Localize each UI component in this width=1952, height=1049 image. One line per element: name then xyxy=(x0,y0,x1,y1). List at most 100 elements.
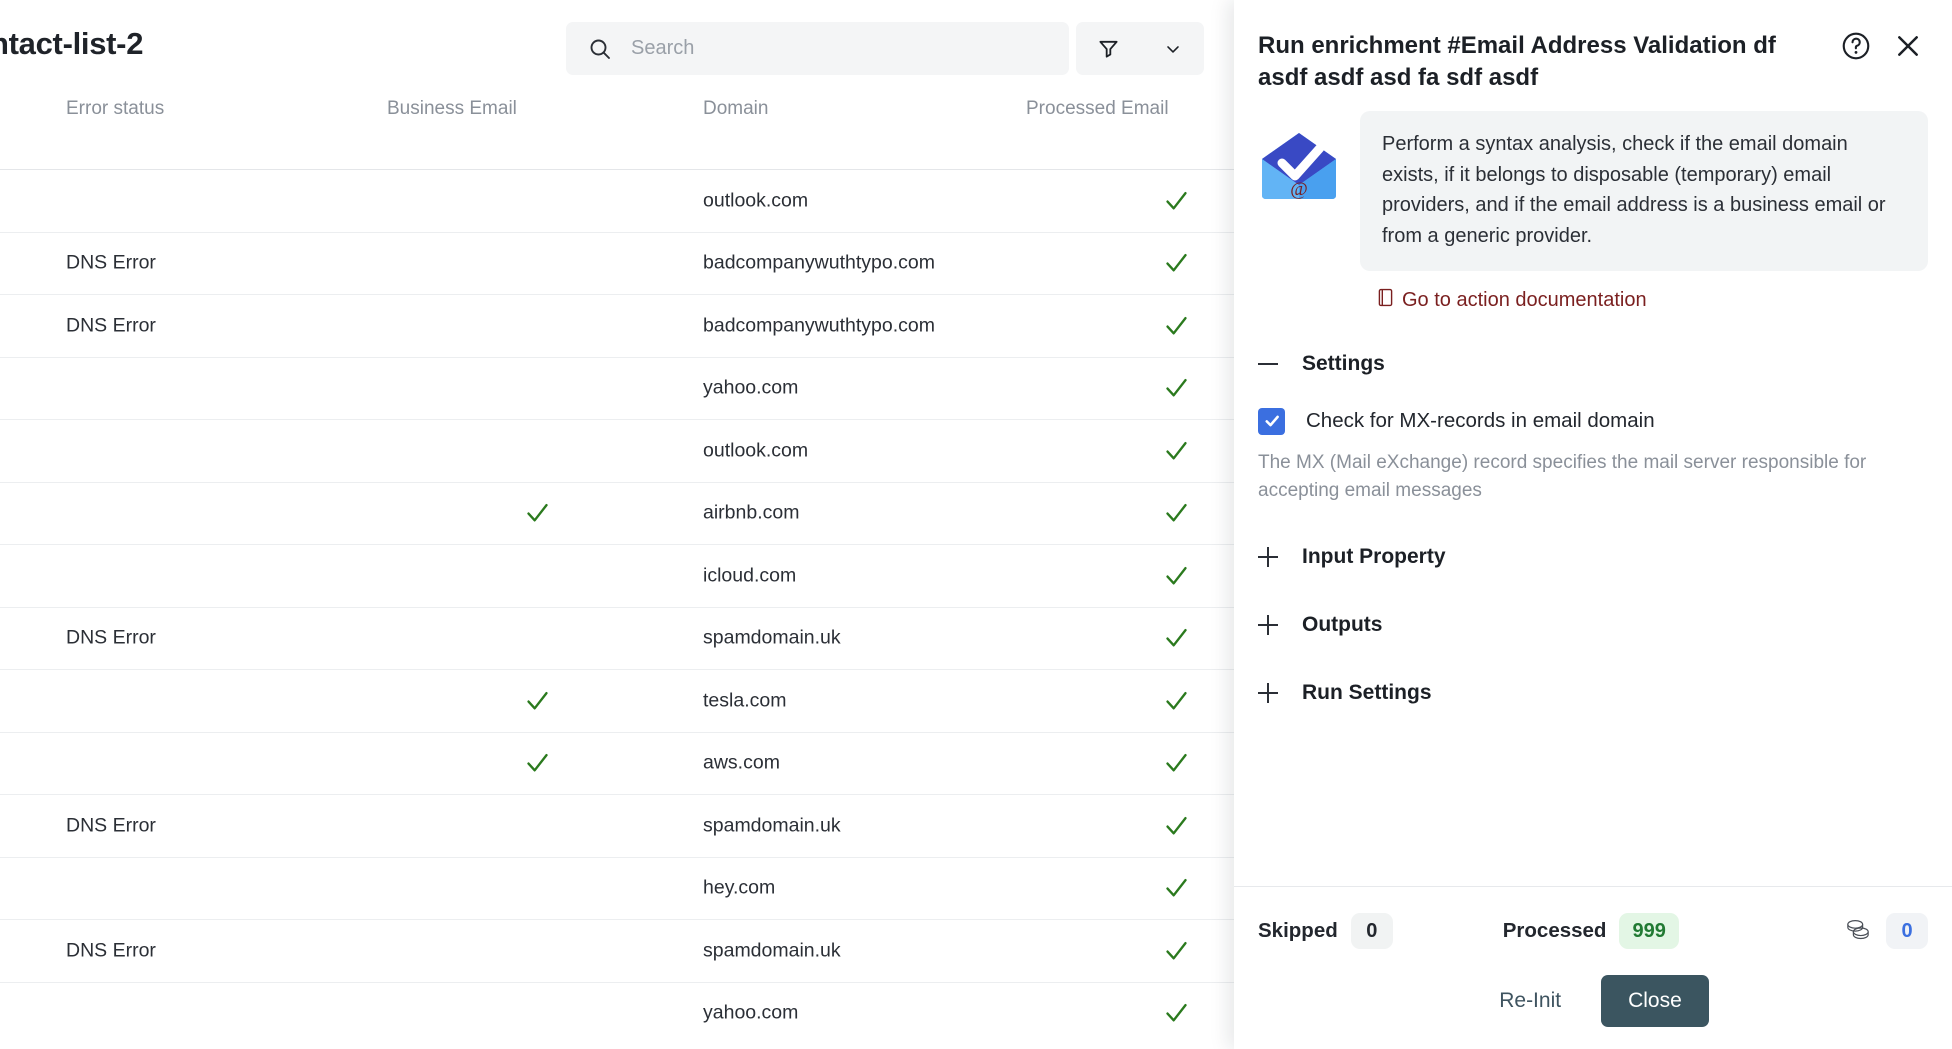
chevron-down-icon[interactable] xyxy=(1163,39,1183,59)
help-icon[interactable] xyxy=(1836,26,1876,71)
close-button[interactable]: Close xyxy=(1601,975,1709,1027)
table-row[interactable]: outlook.com xyxy=(0,169,1240,232)
section-settings-label: Settings xyxy=(1302,352,1385,376)
panel-title: Run enrichment #Email Address Validation… xyxy=(1258,26,1824,93)
cell-domain: badcompanywuthtypo.com xyxy=(703,252,935,275)
mx-records-setting: Check for MX-records in email domain xyxy=(1258,408,1928,435)
action-documentation-link[interactable]: Go to action documentation xyxy=(1378,288,1647,313)
re-init-button[interactable]: Re-Init xyxy=(1477,976,1583,1026)
cell-error-status: DNS Error xyxy=(66,814,156,837)
cell-processed-email-check xyxy=(1163,625,1190,652)
table-row[interactable]: tesla.com xyxy=(0,669,1240,732)
cell-error-status: DNS Error xyxy=(66,314,156,337)
cell-business-email-check xyxy=(524,687,551,714)
section-settings: Settings Check for MX-records in email d… xyxy=(1258,347,1928,506)
table-row[interactable]: outlook.com xyxy=(0,419,1240,482)
close-icon[interactable] xyxy=(1888,26,1928,71)
cell-error-status: DNS Error xyxy=(66,939,156,962)
table-row[interactable]: airbnb.com xyxy=(0,482,1240,545)
plus-icon xyxy=(1258,615,1278,635)
table-row[interactable]: DNS Error spamdomain.uk xyxy=(0,794,1240,857)
section-outputs: Outputs xyxy=(1258,608,1928,642)
table-body: outlook.com DNS Error badcompanywuthtypo.c… xyxy=(0,169,1240,1044)
cell-processed-email-check xyxy=(1163,375,1190,402)
cell-domain: outlook.com xyxy=(703,439,808,462)
cell-processed-email-check xyxy=(1163,562,1190,589)
cell-domain: spamdomain.uk xyxy=(703,627,841,650)
table-row[interactable]: icloud.com xyxy=(0,544,1240,607)
cell-domain: spamdomain.uk xyxy=(703,939,841,962)
minus-icon xyxy=(1258,354,1278,374)
cell-domain: tesla.com xyxy=(703,689,786,712)
column-header-domain: Domain xyxy=(703,98,768,120)
cell-domain: aws.com xyxy=(703,752,780,775)
processed-stat: Processed 999 xyxy=(1503,913,1679,949)
section-input-property-header[interactable]: Input Property xyxy=(1258,540,1928,574)
cell-business-email-check xyxy=(524,500,551,527)
section-run-settings-header[interactable]: Run Settings xyxy=(1258,676,1928,710)
cell-processed-email-check xyxy=(1163,750,1190,777)
cell-error-status: DNS Error xyxy=(66,627,156,650)
cell-domain: yahoo.com xyxy=(703,1002,798,1025)
table-row[interactable]: DNS Error spamdomain.uk xyxy=(0,919,1240,982)
section-outputs-label: Outputs xyxy=(1302,613,1382,637)
cell-processed-email-check xyxy=(1163,312,1190,339)
table-row[interactable]: hey.com xyxy=(0,857,1240,920)
plus-icon xyxy=(1258,683,1278,703)
panel-footer: Skipped 0 Processed 999 xyxy=(1234,886,1952,1049)
svg-text:@: @ xyxy=(1290,179,1308,200)
action-description: Perform a syntax analysis, check if the … xyxy=(1360,111,1928,271)
search-icon xyxy=(588,37,612,61)
mx-records-checkbox[interactable] xyxy=(1258,408,1285,435)
table-row[interactable]: DNS Error badcompanywuthtypo.com xyxy=(0,294,1240,357)
filter-button[interactable] xyxy=(1076,22,1204,75)
skipped-label: Skipped xyxy=(1258,919,1338,943)
processed-value: 999 xyxy=(1619,913,1678,949)
section-outputs-header[interactable]: Outputs xyxy=(1258,608,1928,642)
cell-domain: spamdomain.uk xyxy=(703,814,841,837)
run-stats: Skipped 0 Processed 999 xyxy=(1258,887,1928,975)
panel-actions: Re-Init Close xyxy=(1258,975,1928,1027)
cell-domain: hey.com xyxy=(703,877,775,900)
cell-domain: badcompanywuthtypo.com xyxy=(703,314,935,337)
table-row[interactable]: DNS Error badcompanywuthtypo.com xyxy=(0,232,1240,295)
section-settings-header[interactable]: Settings xyxy=(1258,347,1928,381)
plus-icon xyxy=(1258,547,1278,567)
table-column-headers: Error status Business Email Domain Proce… xyxy=(0,98,1240,136)
column-header-business-email: Business Email xyxy=(387,98,517,120)
cell-processed-email-check xyxy=(1163,1000,1190,1027)
section-input-property-label: Input Property xyxy=(1302,545,1446,569)
cell-domain: yahoo.com xyxy=(703,377,798,400)
table-row[interactable]: yahoo.com xyxy=(0,357,1240,420)
search-input[interactable] xyxy=(631,37,1031,60)
table-row[interactable]: aws.com xyxy=(0,732,1240,795)
table-row[interactable]: yahoo.com xyxy=(0,982,1240,1045)
contact-list-table-area: ntact-list-2 xyxy=(0,0,1240,1049)
app-root: ntact-list-2 xyxy=(0,0,1952,1049)
coins-icon xyxy=(1844,917,1872,946)
skipped-stat: Skipped 0 xyxy=(1258,913,1393,949)
credits-value: 0 xyxy=(1886,913,1928,949)
action-documentation-label: Go to action documentation xyxy=(1402,289,1647,312)
panel-body: @ Perform a syntax analysis, check if th… xyxy=(1234,111,1952,886)
cell-processed-email-check xyxy=(1163,812,1190,839)
enrichment-run-panel: Run enrichment #Email Address Validation… xyxy=(1234,0,1952,1049)
section-run-settings-label: Run Settings xyxy=(1302,681,1432,705)
page-title: ntact-list-2 xyxy=(0,26,143,62)
search-box[interactable] xyxy=(566,22,1069,75)
column-header-processed-email: Processed Email xyxy=(1026,98,1169,120)
cell-processed-email-check xyxy=(1163,250,1190,277)
processed-label: Processed xyxy=(1503,919,1607,943)
action-description-row: @ Perform a syntax analysis, check if th… xyxy=(1258,111,1928,271)
cell-domain: airbnb.com xyxy=(703,502,799,525)
funnel-icon xyxy=(1097,37,1120,60)
cell-error-status: DNS Error xyxy=(66,252,156,275)
cell-domain: icloud.com xyxy=(703,564,796,587)
cell-processed-email-check xyxy=(1163,500,1190,527)
cell-processed-email-check xyxy=(1163,187,1190,214)
email-validation-icon: @ xyxy=(1258,129,1340,208)
cell-processed-email-check xyxy=(1163,687,1190,714)
table-row[interactable]: DNS Error spamdomain.uk xyxy=(0,607,1240,670)
mx-records-help-text: The MX (Mail eXchange) record specifies … xyxy=(1258,449,1924,506)
cell-business-email-check xyxy=(524,750,551,777)
